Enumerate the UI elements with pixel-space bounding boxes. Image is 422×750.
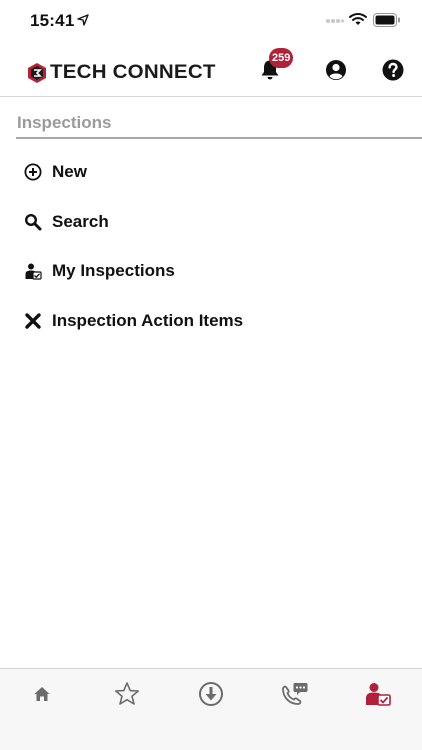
inspector-icon: [25, 263, 42, 280]
section-divider: [16, 137, 422, 139]
wifi-icon: [349, 13, 367, 25]
menu-item-search[interactable]: Search: [0, 198, 422, 246]
tab-home[interactable]: [22, 679, 62, 709]
logo-text: TECH CONNECT: [50, 62, 216, 83]
status-time: 15:41: [30, 11, 75, 30]
x-icon: [25, 313, 41, 329]
tech-connect-logo: TECH CONNECT: [27, 62, 215, 84]
tab-downloads[interactable]: [191, 679, 231, 709]
menu-item-new[interactable]: New: [0, 148, 422, 196]
menu-item-label: New: [52, 162, 87, 181]
star-icon: [114, 682, 140, 705]
tab-contact[interactable]: [274, 679, 314, 709]
add-circle-icon: [24, 163, 42, 181]
logo-mark-icon: [28, 63, 46, 83]
phone-chat-icon: [282, 683, 308, 705]
menu-item-label: Inspection Action Items: [52, 311, 244, 330]
status-bar: 15:41: [0, 0, 422, 44]
menu-item-inspection-action-items[interactable]: Inspection Action Items: [0, 297, 422, 345]
bottom-tab-bar: [0, 668, 422, 750]
help-icon[interactable]: [382, 59, 404, 81]
notification-badge[interactable]: 259: [269, 48, 294, 68]
menu-item-label: Search: [52, 212, 109, 231]
download-icon: [199, 682, 223, 706]
menu-item-my-inspections[interactable]: My Inspections: [0, 247, 422, 295]
header-divider: [0, 96, 422, 97]
inspector-tab-icon: [366, 683, 391, 706]
section-title: Inspections: [17, 113, 112, 132]
signal-dots-icon: [326, 19, 344, 23]
battery-icon: [373, 13, 400, 27]
search-icon: [24, 213, 42, 231]
tab-favorites[interactable]: [107, 679, 147, 709]
home-icon: [34, 687, 50, 701]
location-arrow-icon: [77, 14, 89, 26]
app-header: TECH CONNECT 259: [0, 44, 422, 96]
tab-inspections[interactable]: [358, 679, 398, 709]
user-icon[interactable]: [325, 59, 347, 81]
menu-item-label: My Inspections: [52, 261, 175, 280]
